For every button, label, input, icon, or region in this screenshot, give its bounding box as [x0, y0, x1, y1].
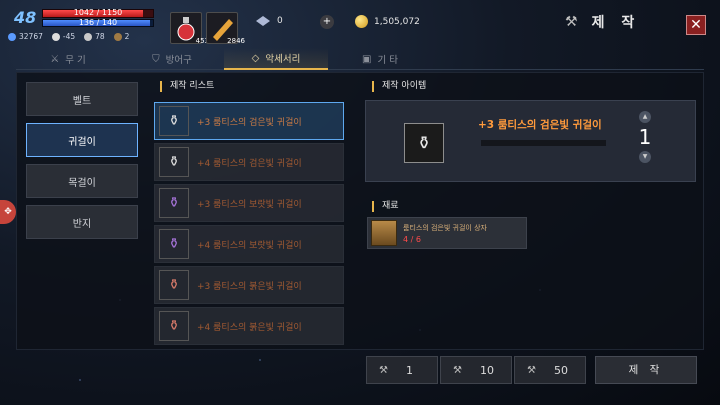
quantity-value: 1: [638, 125, 652, 149]
attack-icon: [8, 32, 16, 41]
recipe-item[interactable]: ⚱ +3 룸티스의 붉은빛 귀걸이: [154, 266, 344, 304]
stat-attack: 32767: [8, 32, 43, 41]
skull-icon: [51, 32, 60, 41]
hammer-icon: ⚒: [379, 364, 388, 376]
buff-icon: [113, 32, 122, 41]
mp-text: 136 / 140: [78, 18, 118, 27]
crystal-icon: [256, 16, 270, 26]
recipe-item[interactable]: ⚱ +4 룸티스의 붉은빛 귀걸이: [154, 307, 344, 345]
add-currency-button[interactable]: +: [320, 15, 334, 29]
potion-slot[interactable]: 453: [170, 12, 209, 45]
craft-item-header: 제작 아이템: [372, 81, 426, 92]
earring-icon: ⚱: [159, 270, 189, 300]
weight-icon: [84, 32, 93, 41]
tab-accessory[interactable]: ◇ 악세서리: [224, 48, 328, 70]
recipe-item[interactable]: ⚱ +3 룸티스의 보랏빛 귀걸이: [154, 184, 344, 222]
materials-area: 룸티스의 검은빛 귀걸이 상자 4 / 6: [365, 215, 696, 350]
close-button[interactable]: ✕: [686, 15, 706, 35]
earring-icon: ⚱: [159, 147, 189, 177]
player-level: 48: [14, 8, 37, 27]
material-item[interactable]: 룸티스의 검은빛 귀걸이 상자 4 / 6: [367, 217, 527, 249]
hp-bar: 1042 / 1150: [42, 8, 154, 18]
anvil-icon: ⚒: [565, 14, 578, 30]
tab-weapon[interactable]: ⚔ 무 기: [16, 48, 120, 70]
subcategory-list: 벨트 귀걸이 목걸이 반지: [26, 82, 138, 246]
stat-buff: 2: [113, 32, 129, 41]
scroll-count: 2846: [227, 37, 245, 45]
crystal-amount: 0: [277, 16, 283, 26]
stat-karma: -45: [51, 32, 75, 41]
crossed-swords-icon: ⚔: [50, 53, 60, 65]
gold-coin-icon: [355, 15, 368, 28]
craft-button[interactable]: 제 작: [595, 356, 697, 384]
necklace-icon: ◇: [251, 52, 260, 64]
earring-icon: ⚱: [159, 311, 189, 341]
recipe-item[interactable]: ⚱ +4 룸티스의 검은빛 귀걸이: [154, 143, 344, 181]
hammer-icon: ⚒: [527, 364, 536, 376]
decrease-quantity-button[interactable]: ▼: [639, 151, 651, 163]
gold-currency: 1,505,072: [355, 15, 420, 28]
recipe-item[interactable]: ⚱ +4 룸티스의 보랏빛 귀걸이: [154, 225, 344, 263]
recipe-list[interactable]: ⚱ +3 룸티스의 검은빛 귀걸이 ⚱ +4 룸티스의 검은빛 귀걸이 ⚱ +3…: [154, 102, 344, 348]
craft-item-description-bar: [481, 140, 606, 146]
recipe-item[interactable]: ⚱ +3 룸티스의 검은빛 귀걸이: [154, 102, 344, 140]
hp-text: 1042 / 1150: [73, 8, 123, 17]
material-info: 룸티스의 검은빛 귀걸이 상자 4 / 6: [403, 223, 487, 244]
material-name: 룸티스의 검은빛 귀걸이 상자: [403, 223, 487, 232]
hammer-icon: ⚒: [453, 364, 462, 376]
earring-icon: ⚱: [404, 123, 444, 163]
increase-quantity-button[interactable]: ▲: [639, 111, 651, 123]
crystal-currency: 0: [255, 15, 283, 27]
material-count: 4 / 6: [403, 234, 421, 244]
craft-quantity-50-button[interactable]: ⚒ 50: [514, 356, 586, 384]
mp-bar: 136 / 140: [42, 18, 154, 27]
recipe-list-header: 제작 리스트: [160, 81, 214, 92]
tab-etc[interactable]: ▣ 기 타: [328, 48, 432, 70]
top-status-bar: 48 1042 / 1150 136 / 140 32767 -45 78 2 …: [0, 0, 720, 46]
box-icon: ▣: [362, 53, 372, 65]
side-menu-toggle[interactable]: ✥: [0, 200, 16, 224]
earring-icon: ⚱: [159, 106, 189, 136]
gold-amount: 1,505,072: [374, 16, 420, 27]
earring-icon: ⚱: [159, 229, 189, 259]
shield-icon: ⛉: [152, 53, 160, 65]
craft-item-box: ⚱ +3 룸티스의 검은빛 귀걸이 ▲ 1 ▼: [365, 100, 696, 182]
subcategory-earring[interactable]: 귀걸이: [26, 123, 138, 157]
treasure-box-icon: [371, 220, 397, 246]
subcategory-belt[interactable]: 벨트: [26, 82, 138, 116]
earring-icon: ⚱: [159, 188, 189, 218]
materials-header: 재료: [372, 201, 399, 212]
player-stats: 32767 -45 78 2: [8, 32, 129, 41]
window-title: ⚒ 제 작: [565, 12, 640, 32]
page-title: 제 작: [591, 15, 641, 31]
craft-quantity-10-button[interactable]: ⚒ 10: [440, 356, 512, 384]
tab-armor[interactable]: ⛉ 방어구: [120, 48, 224, 70]
craft-item-name: +3 룸티스의 검은빛 귀걸이: [478, 119, 602, 131]
subcategory-necklace[interactable]: 목걸이: [26, 164, 138, 198]
craft-quantity-1-button[interactable]: ⚒ 1: [366, 356, 438, 384]
quantity-stepper: ▲ 1 ▼: [633, 111, 657, 163]
scroll-slot[interactable]: 2846: [206, 12, 245, 45]
category-tabs: ⚔ 무 기 ⛉ 방어구 ◇ 악세서리 ▣ 기 타: [16, 48, 704, 70]
subcategory-ring[interactable]: 반지: [26, 205, 138, 239]
stat-weight: 78: [84, 32, 105, 41]
